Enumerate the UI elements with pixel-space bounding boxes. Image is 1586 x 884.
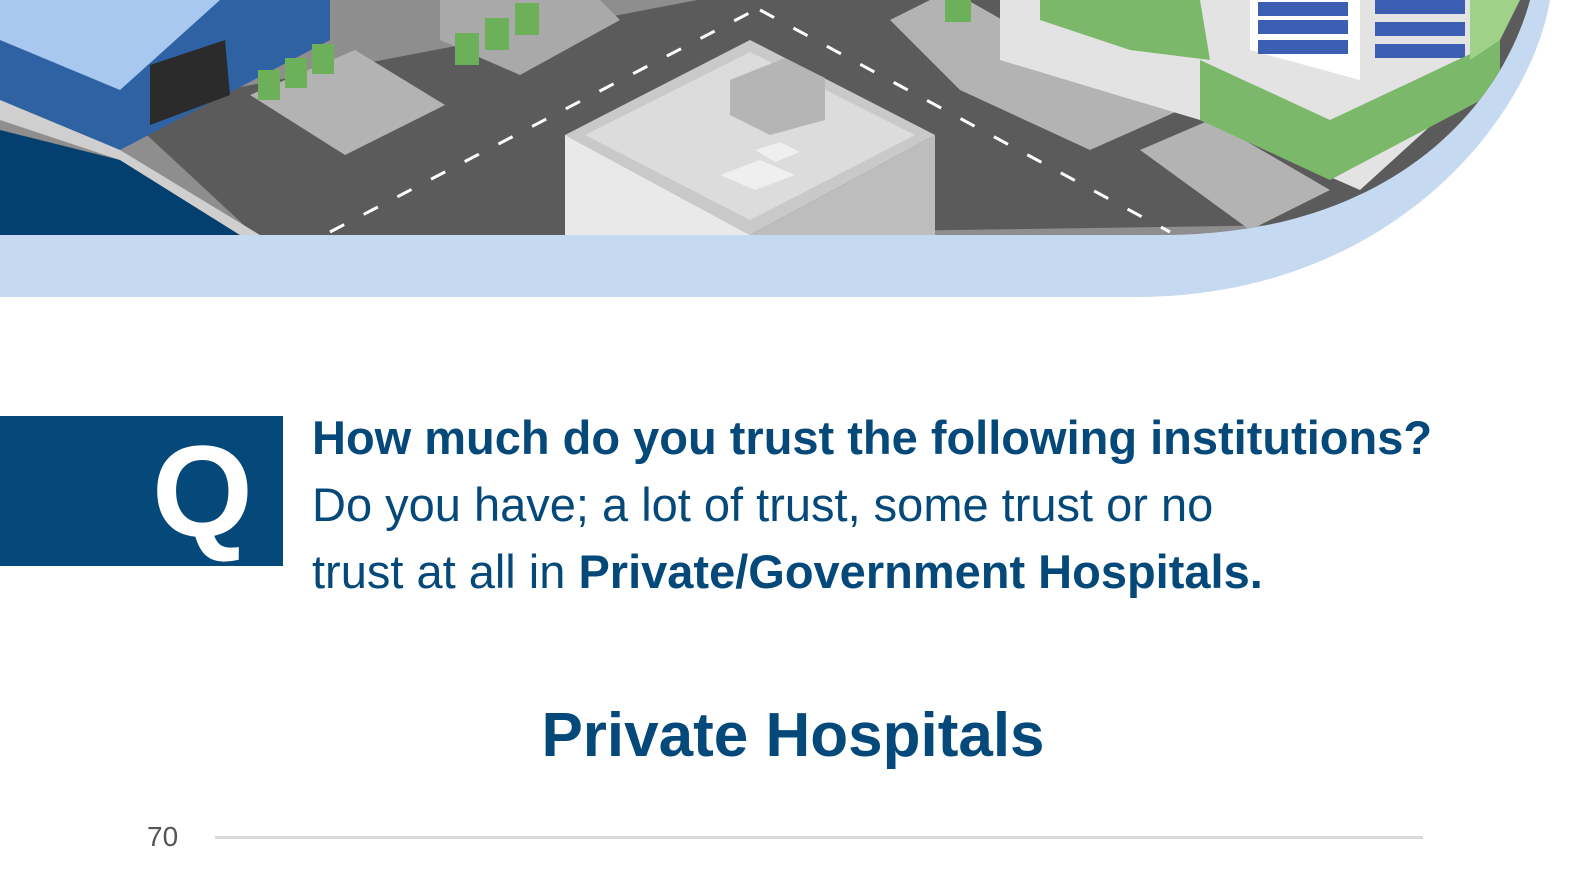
question-line-3-bold: Private/Government Hospitals. — [578, 545, 1263, 598]
question-badge-letter: Q — [151, 418, 253, 564]
city-illustration — [0, 0, 1550, 297]
y-gridline — [215, 836, 1423, 839]
question-line-2: Do you have; a lot of trust, some trust … — [312, 478, 1214, 531]
question-badge: Q — [0, 416, 283, 566]
y-tick-label: 70 — [147, 821, 179, 852]
question-line-3: trust at all in Private/Government Hospi… — [312, 538, 1562, 605]
question-heading: How much do you trust the following inst… — [312, 411, 1433, 464]
question-line-3-prefix: trust at all in — [312, 545, 579, 598]
chart-title: Private Hospitals — [541, 701, 1045, 770]
question-text: How much do you trust the following inst… — [312, 404, 1562, 605]
